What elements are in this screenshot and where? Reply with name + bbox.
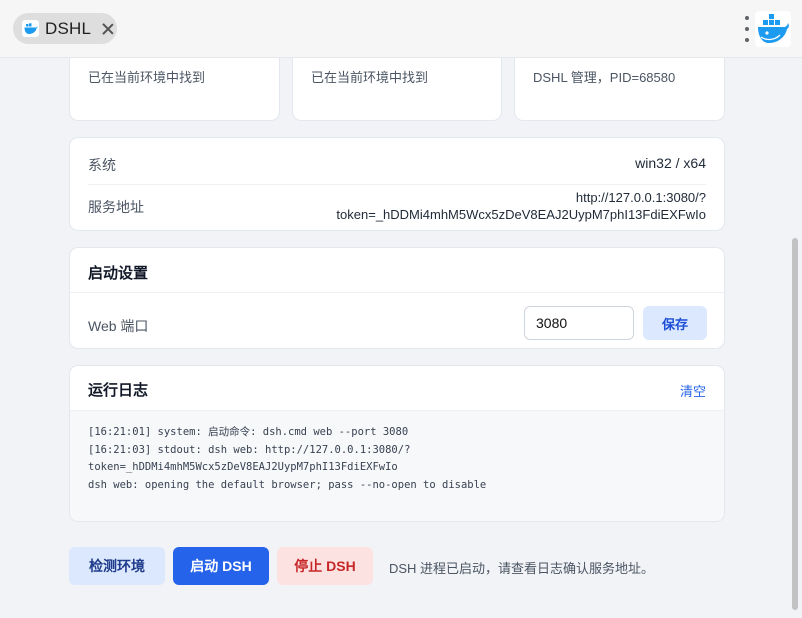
browser-tab[interactable]: DSHL — [13, 13, 117, 44]
startup-settings-card: 启动设置 Web 端口 保存 — [69, 247, 725, 349]
log-line: dsh web: opening the default browser; pa… — [88, 478, 487, 491]
address-line-2: token=_hDDMi4mhM5Wcx5zDeV8EAJ2UypM7phI13… — [336, 207, 706, 222]
window-titlebar: DSHL — [0, 0, 802, 58]
start-dsh-button[interactable]: 启动 DSH — [173, 547, 269, 585]
address-line-1: http://127.0.0.1:3080/? — [575, 190, 706, 205]
log-output: [16:21:01] system: 启动命令: dsh.cmd web --p… — [70, 410, 724, 521]
system-info-card: 系统 win32 / x64 服务地址 http://127.0.0.1:308… — [69, 137, 725, 231]
stop-dsh-button[interactable]: 停止 DSH — [277, 547, 373, 585]
run-log-card: 运行日志 清空 [16:21:01] system: 启动命令: dsh.cmd… — [69, 365, 725, 522]
status-card-text: 已在当前环境中找到 — [88, 70, 206, 85]
save-button[interactable]: 保存 — [643, 306, 707, 340]
web-port-label: Web 端口 — [88, 318, 149, 334]
status-card-text: DSHL 管理，PID=68580 — [533, 70, 676, 85]
whale-app-icon — [755, 11, 791, 47]
detect-environment-button[interactable]: 检测环境 — [69, 547, 165, 585]
web-port-input[interactable] — [524, 306, 634, 340]
run-log-title: 运行日志 — [88, 382, 149, 399]
log-line: [16:21:01] system: 启动命令: dsh.cmd web --p… — [88, 426, 409, 438]
whale-favicon-icon — [22, 20, 39, 37]
log-line: token=_hDDMi4mhM5Wcx5zDeV8EAJ2UypM7phI13… — [88, 461, 398, 473]
divider — [70, 292, 724, 293]
tab-title: DSHL — [45, 18, 92, 38]
divider — [88, 184, 706, 185]
vertical-scrollbar[interactable] — [792, 238, 798, 610]
system-value: win32 / x64 — [635, 155, 706, 171]
close-tab-icon[interactable] — [101, 22, 115, 36]
startup-settings-title: 启动设置 — [88, 265, 149, 282]
system-label: 系统 — [88, 157, 116, 173]
log-line: [16:21:03] stdout: dsh web: http://127.0… — [88, 443, 411, 456]
address-label: 服务地址 — [88, 199, 144, 215]
status-card-text: 已在当前环境中找到 — [311, 70, 429, 85]
service-address: http://127.0.0.1:3080/? token=_hDDMi4mhM… — [336, 189, 706, 223]
more-menu-icon[interactable] — [742, 16, 752, 42]
clear-log-link[interactable]: 清空 — [680, 381, 706, 400]
status-message: DSH 进程已启动，请查看日志确认服务地址。 — [389, 561, 655, 576]
